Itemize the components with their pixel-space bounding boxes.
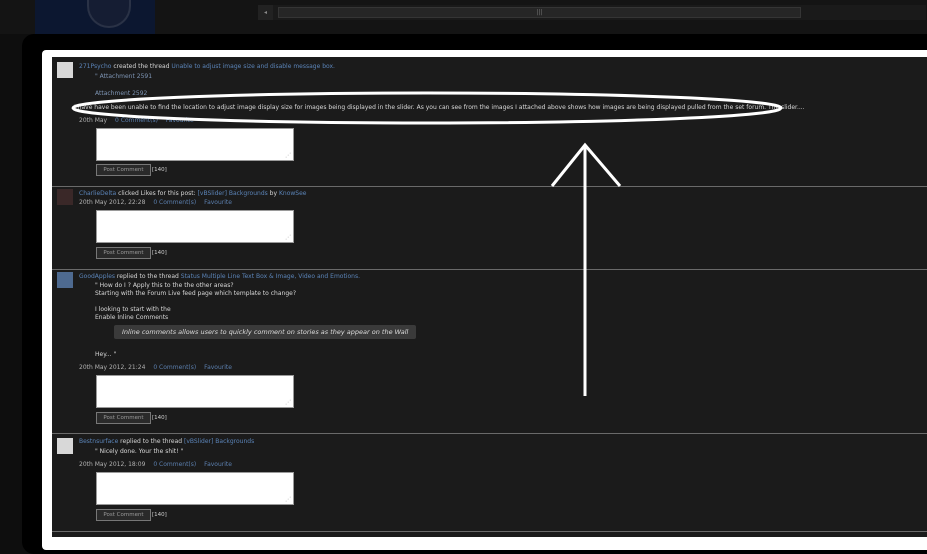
scrollbar-thumb[interactable]: |||	[278, 7, 801, 18]
feed-item-title: GoodApples replied to the thread Status …	[79, 273, 360, 280]
post-excerpt: I have have been unable to find the loca…	[74, 104, 805, 111]
post-excerpt-line: Starting with the Forum Live feed page w…	[95, 290, 296, 297]
favourite-link[interactable]: Favourite	[204, 364, 232, 371]
feed-item-title: CharlieDelta clicked Likes for this post…	[79, 190, 306, 197]
horizontal-scrollbar[interactable]: ◂ |||	[258, 5, 926, 20]
feed-item-title: Bestnsurface replied to the thread [vBSl…	[79, 438, 254, 445]
char-count: [140]	[152, 167, 167, 173]
comment-link[interactable]: 0 Comment(s)	[153, 199, 196, 206]
thread-link[interactable]: Status Multiple Line Text Box & Image, V…	[181, 273, 360, 280]
action-text: created the thread	[111, 63, 172, 70]
comment-textarea[interactable]: ⋰	[96, 210, 294, 243]
comment-textarea[interactable]: ⋰	[96, 472, 294, 505]
comment-textarea[interactable]: ⋰	[96, 375, 294, 408]
divider	[52, 433, 927, 434]
post-excerpt-line: Hey... "	[95, 351, 117, 358]
favourite-link[interactable]: Favourite	[204, 461, 232, 468]
feed-meta: 20th May 2012, 18:09 0 Comment(s) Favour…	[79, 461, 232, 468]
post-date: 20th May 2012, 21:24	[79, 364, 146, 371]
action-text: clicked Likes for this post:	[116, 190, 198, 197]
post-comment-button[interactable]: Post Comment	[96, 412, 151, 424]
comment-link[interactable]: 0 Comment(s)	[115, 117, 158, 124]
tooltip: Inline comments allows users to quickly …	[114, 325, 417, 339]
avatar[interactable]	[57, 189, 73, 205]
char-count: [140]	[152, 250, 167, 256]
activity-feed: 271Psycho created the thread Unable to a…	[52, 57, 927, 537]
post-comment-button[interactable]: Post Comment	[96, 509, 151, 521]
avatar[interactable]	[57, 62, 73, 78]
feed-meta: 20th May 2012, 22:28 0 Comment(s) Favour…	[79, 199, 232, 206]
post-date: 20th May	[79, 117, 108, 124]
avatar[interactable]	[57, 438, 73, 454]
char-count: [140]	[152, 415, 167, 421]
resize-grip-icon[interactable]: ⋰	[285, 152, 291, 159]
post-comment-button[interactable]: Post Comment	[96, 164, 151, 176]
feed-item-title: 271Psycho created the thread Unable to a…	[79, 63, 335, 70]
char-count: [140]	[152, 512, 167, 518]
resize-grip-icon[interactable]: ⋰	[285, 234, 291, 241]
post-excerpt-line: " How do I ? Apply this to the the other…	[95, 282, 234, 289]
resize-grip-icon[interactable]: ⋰	[285, 496, 291, 503]
post-link[interactable]: [vBSlider] Backgrounds	[198, 190, 268, 197]
user-link[interactable]: 271Psycho	[79, 63, 111, 70]
resize-grip-icon[interactable]: ⋰	[285, 399, 291, 406]
favourite-link[interactable]: Favourite	[204, 199, 232, 206]
feed-meta: 20th May 0 Comment(s) Favourite	[79, 117, 194, 124]
action-text: replied to the thread	[115, 273, 181, 280]
divider	[52, 186, 927, 187]
comment-textarea[interactable]: ⋰	[96, 128, 294, 161]
scroll-left-arrow-icon[interactable]: ◂	[258, 5, 273, 20]
post-excerpt-line: I looking to start with the	[95, 306, 171, 313]
attachment-link[interactable]: " Attachment 2591	[95, 73, 152, 80]
divider	[52, 269, 927, 270]
action-text: replied to the thread	[118, 438, 185, 445]
author-link[interactable]: KnowSee	[279, 190, 307, 197]
comment-link[interactable]: 0 Comment(s)	[153, 461, 196, 468]
favourite-link[interactable]: Favourite	[166, 117, 194, 124]
post-comment-button[interactable]: Post Comment	[96, 247, 151, 259]
post-excerpt: " Nicely done. Your the shit! "	[95, 448, 184, 455]
user-link[interactable]: CharlieDelta	[79, 190, 116, 197]
thread-link[interactable]: Unable to adjust image size and disable …	[171, 63, 335, 70]
thread-link[interactable]: [vBSlider] Backgrounds	[184, 438, 254, 445]
post-excerpt-line: Enable Inline Comments	[95, 314, 169, 321]
feed-meta: 20th May 2012, 21:24 0 Comment(s) Favour…	[79, 364, 232, 371]
user-link[interactable]: GoodApples	[79, 273, 115, 280]
logo-swirl-icon	[87, 0, 131, 28]
by-text: by	[267, 190, 279, 197]
comment-link[interactable]: 0 Comment(s)	[153, 364, 196, 371]
post-date: 20th May 2012, 22:28	[79, 199, 146, 206]
post-date: 20th May 2012, 18:09	[79, 461, 146, 468]
attachment-link[interactable]: Attachment 2592	[95, 90, 147, 97]
site-logo	[35, 0, 155, 38]
avatar[interactable]	[57, 272, 73, 288]
user-link[interactable]: Bestnsurface	[79, 438, 118, 445]
